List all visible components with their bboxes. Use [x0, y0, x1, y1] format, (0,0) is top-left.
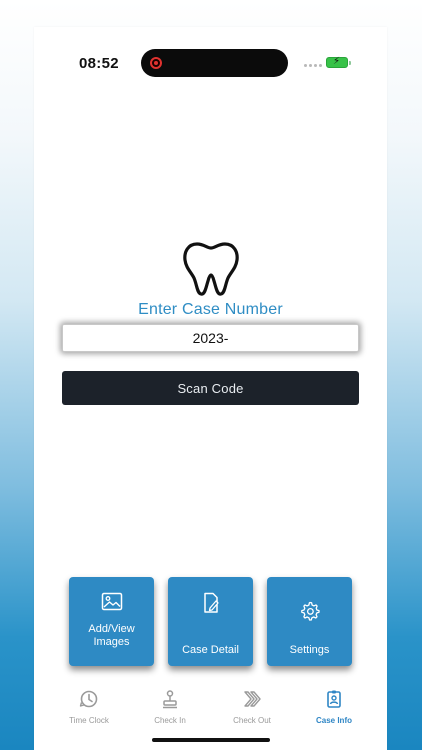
case-detail-label: Case Detail	[182, 644, 239, 656]
case-detail-button[interactable]: Case Detail	[168, 577, 253, 666]
tab-label: Case Info	[315, 716, 352, 725]
battery-icon: ⚡	[326, 56, 351, 68]
add-view-images-button[interactable]: Add/View Images	[69, 577, 154, 666]
id-badge-icon	[327, 690, 341, 708]
scan-code-button[interactable]: Scan Code	[62, 371, 359, 405]
add-view-images-label: Add/View Images	[88, 623, 135, 648]
tab-label: Check Out	[233, 716, 271, 725]
gear-icon	[300, 601, 320, 621]
enter-case-number-label: Enter Case Number	[138, 301, 283, 318]
double-chevron-icon	[244, 691, 261, 707]
status-time: 08:52	[79, 55, 119, 72]
app-screen: 08:52 ⚡ Enter Case Number Scan Code Add/…	[34, 27, 387, 750]
settings-label: Settings	[289, 644, 330, 656]
tab-case-info[interactable]: Case Info	[299, 688, 369, 725]
home-indicator[interactable]	[152, 738, 270, 742]
tab-label: Check In	[154, 716, 186, 725]
image-icon	[101, 592, 122, 611]
recording-indicator-icon	[150, 57, 162, 69]
case-number-input[interactable]	[62, 324, 359, 352]
tab-check-in[interactable]: Check In	[135, 688, 205, 725]
tab-label: Time Clock	[69, 716, 109, 725]
signal-icon	[304, 64, 322, 67]
settings-button[interactable]: Settings	[267, 577, 352, 666]
clock-icon	[79, 690, 98, 708]
charging-bolt-icon: ⚡	[333, 56, 341, 67]
document-edit-icon	[203, 592, 219, 613]
tooth-logo-icon	[183, 242, 239, 296]
stamp-icon	[163, 690, 177, 709]
tab-bar: Time Clock Check In Check Out Case Info	[34, 688, 387, 728]
dynamic-island	[141, 49, 288, 77]
tab-check-out[interactable]: Check Out	[217, 688, 287, 725]
tab-time-clock[interactable]: Time Clock	[54, 688, 124, 725]
